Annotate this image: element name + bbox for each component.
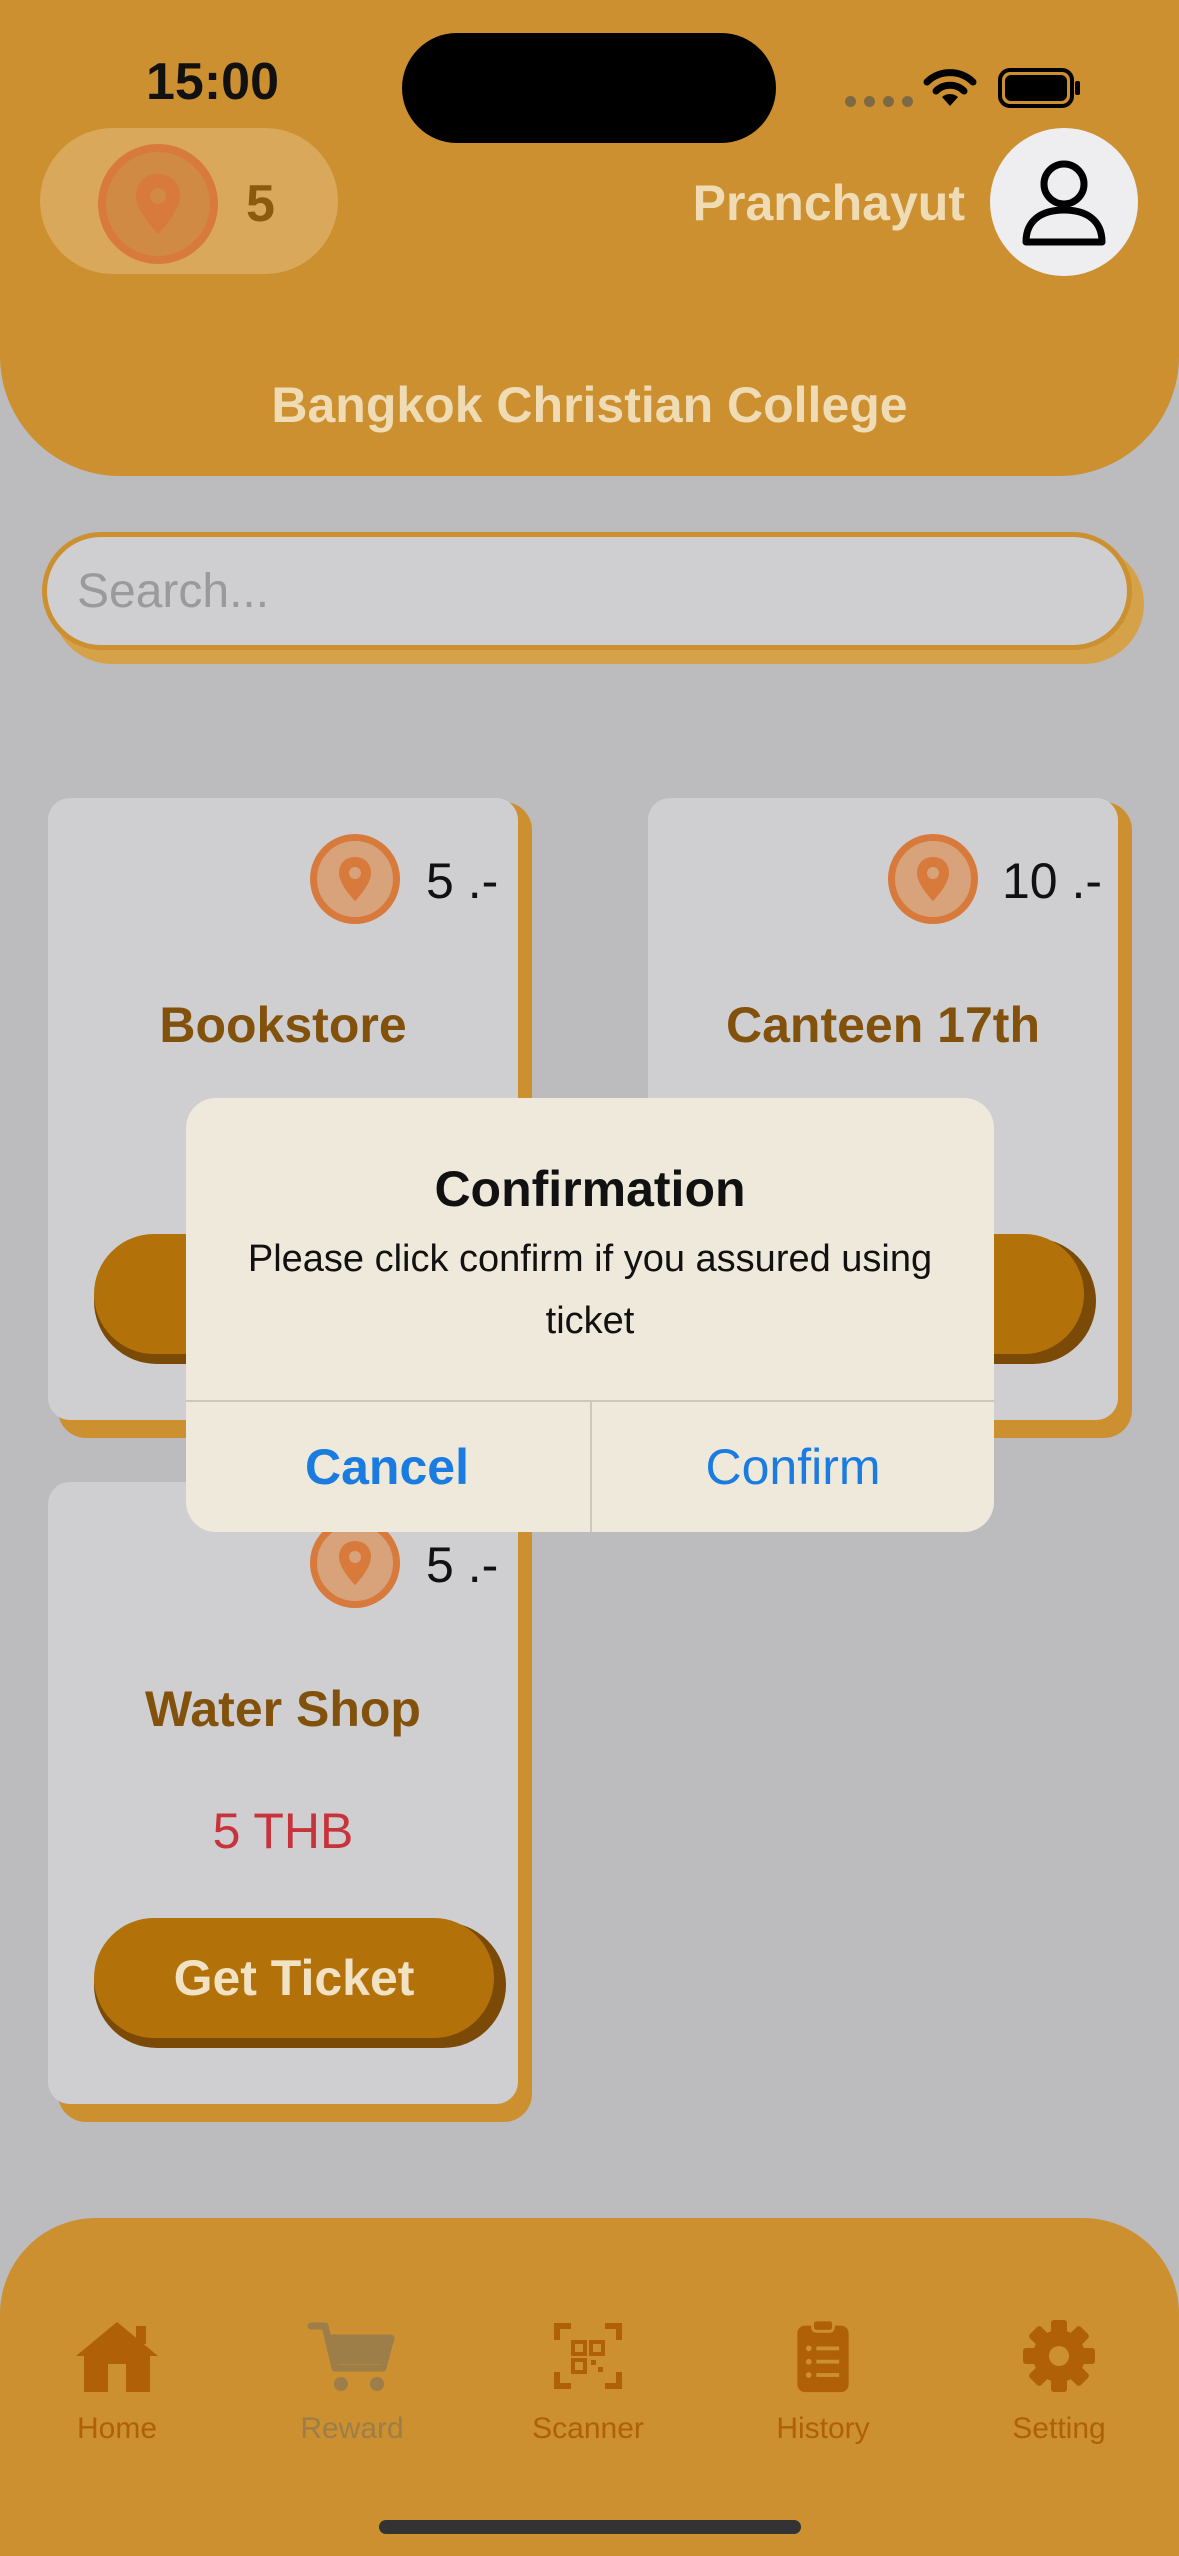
shop-card-water-shop: 5 .- Water Shop 5 THB Get Ticket — [48, 1482, 532, 2122]
tab-bar: Home Reward Scanner History Setting — [0, 2218, 1179, 2556]
battery-icon — [998, 68, 1080, 108]
shop-title: Canteen 17th — [726, 997, 1040, 1053]
header: 15:00 5 Pranchayut Bangkok Christian Col… — [0, 0, 1179, 476]
cart-icon — [307, 2322, 395, 2391]
cellular-signal-icon — [845, 96, 913, 107]
search-input[interactable] — [42, 532, 1132, 650]
tab-setting[interactable]: Setting — [959, 2318, 1159, 2446]
home-indicator — [379, 2520, 801, 2534]
location-pin-icon — [888, 834, 978, 924]
shop-title: Water Shop — [145, 1681, 421, 1737]
get-ticket-button[interactable]: Get Ticket — [94, 1918, 494, 2038]
qr-scan-icon — [554, 2323, 622, 2389]
points-cost: 5 .- — [426, 1537, 499, 1593]
tab-history[interactable]: History — [723, 2318, 923, 2446]
points-pill: 5 — [40, 128, 338, 274]
tab-label: Setting — [1012, 2412, 1106, 2445]
dynamic-island — [402, 33, 776, 143]
home-icon — [76, 2322, 158, 2392]
person-icon — [1022, 160, 1106, 246]
tab-home[interactable]: Home — [17, 2318, 217, 2446]
location-pin-icon — [310, 834, 400, 924]
profile-button[interactable] — [990, 128, 1138, 276]
tab-label: Scanner — [532, 2412, 644, 2445]
tab-label: Reward — [300, 2412, 404, 2445]
tab-scanner[interactable]: Scanner — [488, 2318, 688, 2446]
status-time: 15:00 — [146, 53, 279, 111]
points-cost: 10 .- — [1002, 853, 1103, 909]
college-name: Bangkok Christian College — [271, 377, 908, 433]
shop-title: Bookstore — [159, 997, 407, 1053]
confirm-button[interactable]: Confirm — [592, 1402, 994, 1532]
points-count: 5 — [246, 175, 275, 233]
points-cost: 5 .- — [426, 853, 499, 909]
tab-label: History — [776, 2412, 870, 2445]
gear-icon — [1023, 2320, 1095, 2392]
username: Pranchayut — [692, 175, 965, 231]
confirmation-dialog: Confirmation Please click confirm if you… — [186, 1098, 994, 1532]
location-pin-icon — [98, 144, 218, 264]
cancel-button[interactable]: Cancel — [186, 1402, 588, 1532]
tab-reward[interactable]: Reward — [252, 2318, 452, 2446]
wifi-icon — [923, 69, 977, 106]
shop-price: 5 THB — [212, 1803, 354, 1859]
dialog-title: Confirmation — [434, 1161, 746, 1217]
dialog-message: Please click confirm if you assured usin… — [247, 1238, 933, 1342]
clipboard-icon — [797, 2318, 849, 2393]
tab-label: Home — [76, 2412, 158, 2445]
